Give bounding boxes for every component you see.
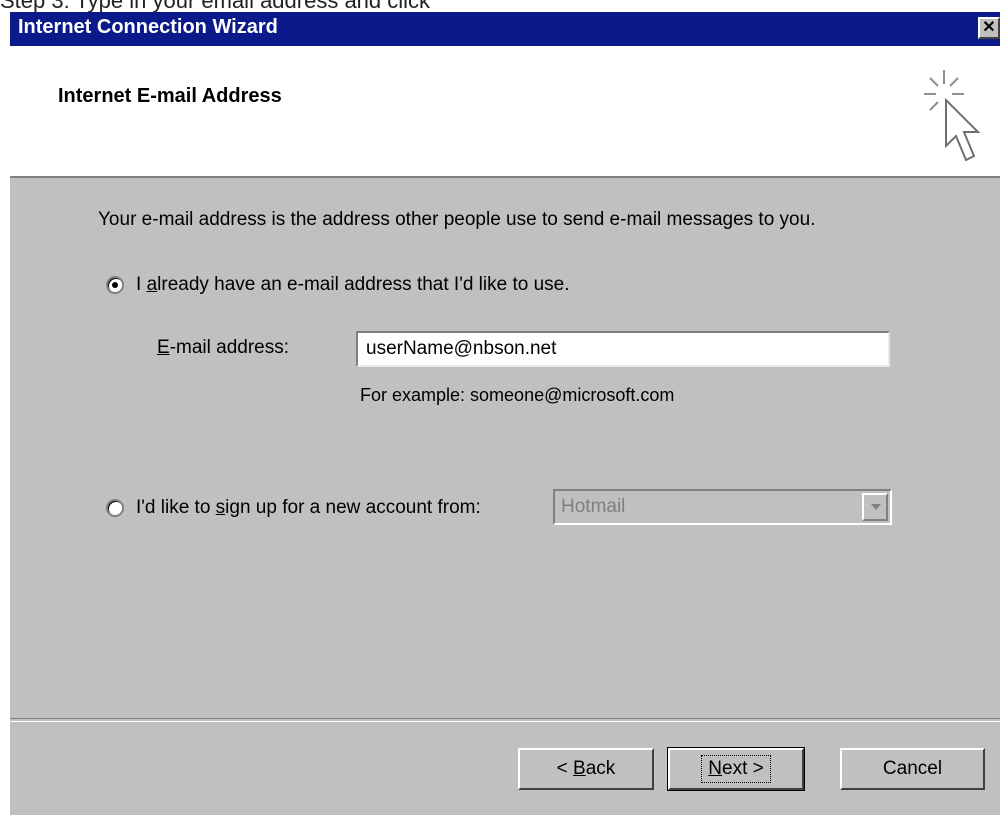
- wizard-header: Internet E-mail Address: [10, 46, 1000, 178]
- provider-select-value: Hotmail: [561, 496, 626, 517]
- footer-divider: [10, 718, 1000, 722]
- option-existing-label: I already have an e-mail address that I'…: [136, 274, 570, 295]
- email-address-input[interactable]: [356, 331, 890, 367]
- next-button-label: Next >: [701, 755, 771, 783]
- option-new-account[interactable]: I'd like to sign up for a new account fr…: [106, 497, 481, 519]
- close-icon: ✕: [982, 19, 996, 36]
- cancel-button-label: Cancel: [882, 758, 943, 779]
- email-address-label: E-mail address:: [157, 337, 290, 358]
- cancel-button[interactable]: Cancel: [840, 748, 985, 790]
- wizard-dialog: Internet Connection Wizard ✕ Internet E-…: [10, 12, 1000, 815]
- back-button-label: < Back: [556, 758, 616, 779]
- page-caption: Step 3: Type in your email address and c…: [0, 0, 431, 13]
- radio-existing-address[interactable]: [106, 276, 124, 294]
- option-existing-address[interactable]: I already have an e-mail address that I'…: [106, 274, 570, 296]
- wizard-cursor-icon: [924, 70, 981, 162]
- next-button[interactable]: Next >: [667, 747, 805, 791]
- email-example-text: For example: someone@microsoft.com: [360, 385, 675, 405]
- close-button[interactable]: ✕: [978, 17, 1000, 39]
- provider-select[interactable]: Hotmail: [553, 489, 892, 525]
- back-button[interactable]: < Back: [518, 748, 654, 790]
- option-new-label: I'd like to sign up for a new account fr…: [136, 497, 481, 518]
- title-bar: Internet Connection Wizard ✕: [10, 12, 1000, 46]
- page-title: Internet E-mail Address: [58, 85, 282, 107]
- radio-new-account[interactable]: [106, 499, 124, 517]
- window-title: Internet Connection Wizard: [18, 16, 278, 38]
- chevron-down-icon[interactable]: [862, 493, 888, 521]
- description-text: Your e-mail address is the address other…: [98, 209, 816, 230]
